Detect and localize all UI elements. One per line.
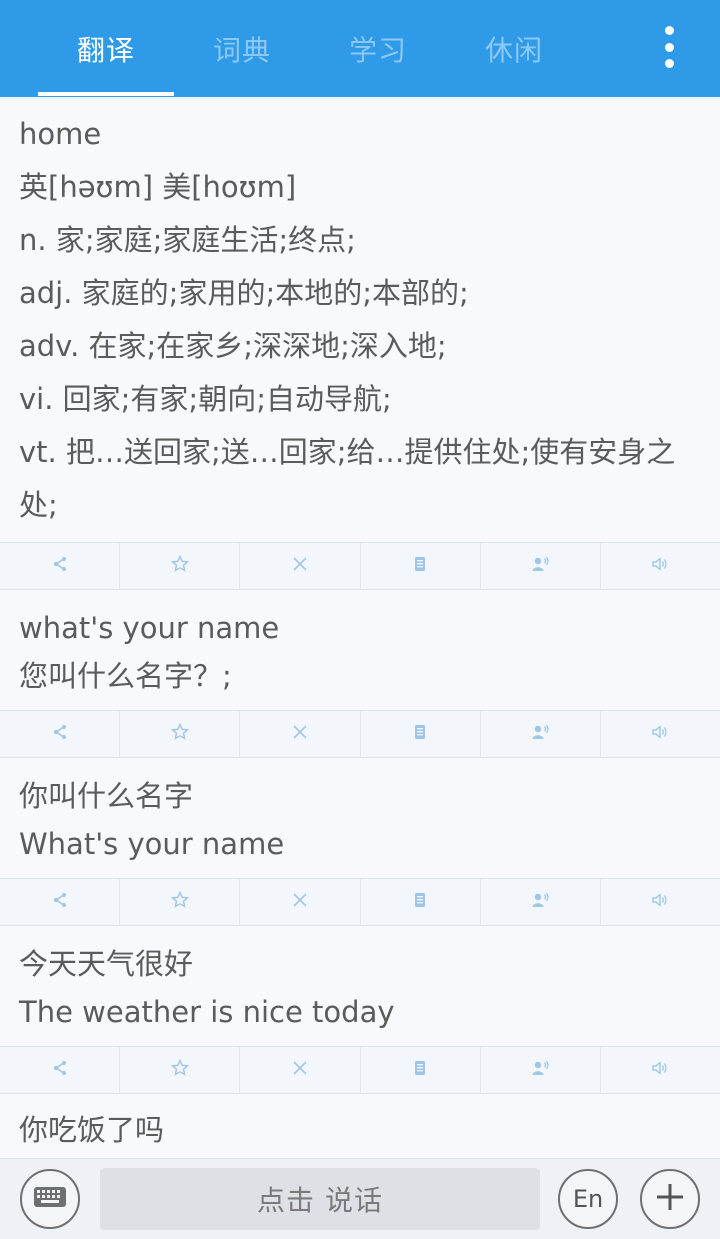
copy-action-button[interactable] (359, 543, 480, 589)
volume-icon (651, 555, 669, 577)
close-action-button[interactable] (239, 711, 359, 757)
share-action-button[interactable] (0, 1047, 119, 1093)
volume-icon (651, 1059, 669, 1081)
add-button[interactable] (640, 1169, 700, 1229)
tab-dictionary[interactable]: 词典 (174, 0, 310, 97)
star-icon (170, 554, 189, 577)
copy-icon (411, 891, 429, 913)
volume-icon (651, 723, 669, 745)
volume-action-button[interactable] (599, 711, 720, 757)
definition-transitive-verb: vt. 把…送回家;送…回家;给…提供住处;使有安身之处; (19, 435, 676, 522)
copy-icon (411, 1059, 429, 1081)
tab-study-label: 学习 (348, 33, 407, 67)
tap-to-speak-button[interactable]: 点击 说话 (100, 1168, 540, 1230)
copy-icon (411, 723, 429, 745)
star-action-button[interactable] (119, 711, 239, 757)
volume-action-button[interactable] (599, 543, 720, 589)
close-icon (291, 891, 309, 913)
translation-text: The weather is nice today (19, 995, 395, 1029)
language-toggle-button[interactable]: En (558, 1169, 618, 1229)
star-action-button[interactable] (119, 879, 239, 925)
definition-intransitive-verb: vi. 回家;有家;朝向;自动导航; (19, 382, 392, 416)
tab-dictionary-label: 词典 (212, 33, 271, 67)
translation-text: What's your name (19, 827, 285, 861)
speaker-person-action-button[interactable] (479, 543, 600, 589)
translation-history-list: home 英[həʊm] 美[hoʊm] n. 家;家庭;家庭生活;终点; ad… (0, 100, 720, 1158)
card-action-bar (0, 878, 720, 925)
share-action-button[interactable] (0, 711, 119, 757)
tab-leisure[interactable]: 休闲 (446, 0, 582, 97)
speaker-person-action-button[interactable] (479, 879, 600, 925)
card-action-bar (0, 542, 720, 589)
source-text: 你吃饭了吗 (19, 1113, 165, 1147)
source-text: 你叫什么名字 (19, 779, 194, 813)
more-options-icon[interactable] (652, 26, 686, 68)
definition-adverb: adv. 在家;在家乡;深深地;深入地; (19, 329, 447, 363)
close-action-button[interactable] (239, 879, 359, 925)
source-text: 今天天气很好 (19, 947, 194, 981)
translation-text: 您叫什么名字？; (19, 659, 232, 693)
volume-action-button[interactable] (599, 1047, 720, 1093)
definition-noun: n. 家;家庭;家庭生活;终点; (19, 223, 356, 257)
close-icon (291, 1059, 309, 1081)
close-icon (291, 555, 309, 577)
tab-translate-label: 翻译 (76, 33, 135, 67)
keyboard-icon (33, 1186, 67, 1212)
copy-icon (411, 555, 429, 577)
speaker-person-icon (531, 555, 549, 577)
copy-action-button[interactable] (359, 1047, 480, 1093)
share-action-button[interactable] (0, 543, 119, 589)
speaker-person-icon (531, 723, 549, 745)
share-action-button[interactable] (0, 879, 119, 925)
history-card: 你吃饭了吗 (0, 1094, 720, 1158)
history-card: what's your name 您叫什么名字？; (0, 590, 720, 758)
keyboard-button[interactable] (20, 1169, 80, 1229)
star-icon (170, 1058, 189, 1081)
history-card: 今天天气很好 The weather is nice today (0, 926, 720, 1094)
star-icon (170, 890, 189, 913)
history-card: 你叫什么名字 What's your name (0, 758, 720, 926)
close-action-button[interactable] (239, 543, 359, 589)
active-tab-indicator (38, 92, 174, 96)
card-action-bar (0, 710, 720, 757)
share-icon (51, 723, 69, 745)
volume-icon (651, 891, 669, 913)
copy-action-button[interactable] (359, 711, 480, 757)
tab-translate[interactable]: 翻译 (38, 0, 174, 97)
speak-label: 点击 说话 (257, 1184, 383, 1217)
copy-action-button[interactable] (359, 879, 480, 925)
close-icon (291, 723, 309, 745)
card-action-bar (0, 1046, 720, 1093)
speaker-person-action-button[interactable] (479, 711, 600, 757)
plus-icon (655, 1182, 685, 1216)
tab-leisure-label: 休闲 (484, 33, 543, 67)
volume-action-button[interactable] (599, 879, 720, 925)
star-icon (170, 722, 189, 745)
share-icon (51, 555, 69, 577)
speaker-person-icon (531, 1059, 549, 1081)
phonetics: 英[həʊm] 美[hoʊm] (19, 170, 297, 204)
share-icon (51, 1059, 69, 1081)
source-text: what's your name (19, 611, 280, 645)
close-action-button[interactable] (239, 1047, 359, 1093)
top-navigation-bar: 翻译 词典 学习 休闲 (0, 0, 720, 97)
source-word: home (19, 117, 102, 151)
star-action-button[interactable] (119, 543, 239, 589)
definition-adjective: adj. 家庭的;家用的;本地的;本部的; (19, 276, 469, 310)
speaker-person-icon (531, 891, 549, 913)
language-label: En (572, 1185, 604, 1213)
history-card: home 英[həʊm] 美[hoʊm] n. 家;家庭;家庭生活;终点; ad… (0, 100, 720, 590)
tab-study[interactable]: 学习 (310, 0, 446, 97)
star-action-button[interactable] (119, 1047, 239, 1093)
input-bar: 点击 说话 En (0, 1158, 720, 1239)
speaker-person-action-button[interactable] (479, 1047, 600, 1093)
share-icon (51, 891, 69, 913)
